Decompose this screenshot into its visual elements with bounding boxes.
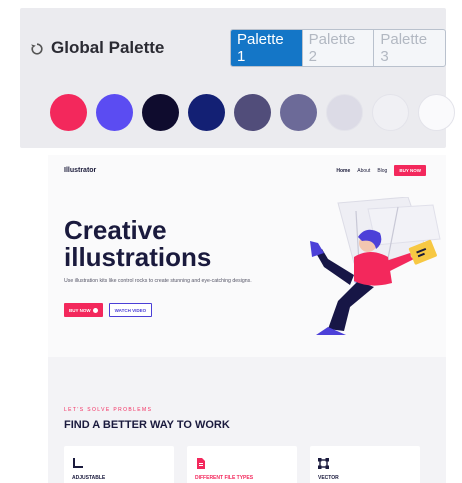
watch-video-button[interactable]: WATCH VIDEO <box>108 303 153 317</box>
hero-actions: BUY NOW WATCH VIDEO <box>64 303 153 317</box>
hero-title: Creative illustrations <box>64 217 264 271</box>
file-icon <box>197 458 205 469</box>
vector-icon <box>318 458 329 469</box>
color-swatch-6[interactable] <box>280 94 317 131</box>
color-swatch-1[interactable] <box>50 94 87 131</box>
tab-palette-1[interactable]: Palette 1 <box>231 30 302 66</box>
color-swatches <box>50 94 455 131</box>
color-swatch-5[interactable] <box>234 94 271 131</box>
reset-icon[interactable] <box>30 42 44 56</box>
color-swatch-4[interactable] <box>188 94 225 131</box>
nav-buy-now-button[interactable]: BUY NOW <box>394 165 426 176</box>
color-swatch-7[interactable] <box>326 94 363 131</box>
feature-card-vector[interactable]: VECTOR <box>310 446 420 483</box>
hero-section: Illustrator Home About Blog BUY NOW Crea… <box>48 155 446 357</box>
nav-home[interactable]: Home <box>336 168 350 174</box>
site-nav: Home About Blog BUY NOW <box>336 165 426 176</box>
features-title: FIND A BETTER WAY TO WORK <box>64 419 230 431</box>
feature-card-file-types[interactable]: DIFFERENT FILE TYPES <box>187 446 297 483</box>
buy-now-button[interactable]: BUY NOW <box>64 303 103 317</box>
feature-card-label: VECTOR <box>318 475 339 481</box>
global-palette-panel: Global Palette Palette 1 Palette 2 Palet… <box>20 8 455 148</box>
site-logo[interactable]: Illustrator <box>64 167 96 174</box>
site-preview: Illustrator Home About Blog BUY NOW Crea… <box>48 155 446 483</box>
tab-palette-3[interactable]: Palette 3 <box>373 30 445 66</box>
color-swatch-8[interactable] <box>372 94 409 131</box>
tab-palette-2[interactable]: Palette 2 <box>301 30 374 66</box>
watch-video-label: WATCH VIDEO <box>114 307 147 313</box>
buy-now-label: BUY NOW <box>69 307 91 313</box>
feature-cards: ADJUSTABLE DIFFERENT FILE TYPES VECTOR <box>64 446 420 483</box>
panel-title: Global Palette <box>51 38 165 57</box>
nav-about[interactable]: About <box>357 168 370 174</box>
hero-title-line-2: illustrations <box>64 242 212 272</box>
adjustable-icon <box>73 458 83 468</box>
screen: Global Palette Palette 1 Palette 2 Palet… <box>0 0 462 483</box>
features-eyebrow: LET'S SOLVE PROBLEMS <box>64 407 153 413</box>
feature-card-label: DIFFERENT FILE TYPES <box>195 475 254 481</box>
arrow-circle-icon <box>92 307 98 313</box>
hero-description: Use illustration kits like control rocks… <box>64 278 252 284</box>
palette-tabs: Palette 1 Palette 2 Palette 3 <box>230 29 446 67</box>
hero-title-line-1: Creative <box>64 215 167 245</box>
hero-illustration <box>310 197 441 335</box>
nav-blog[interactable]: Blog <box>377 168 387 174</box>
color-swatch-3[interactable] <box>142 94 179 131</box>
feature-card-label: ADJUSTABLE <box>72 475 106 481</box>
color-swatch-2[interactable] <box>96 94 133 131</box>
features-section: LET'S SOLVE PROBLEMS FIND A BETTER WAY T… <box>48 357 446 483</box>
feature-card-adjustable[interactable]: ADJUSTABLE <box>64 446 174 483</box>
color-swatch-9[interactable] <box>418 94 455 131</box>
